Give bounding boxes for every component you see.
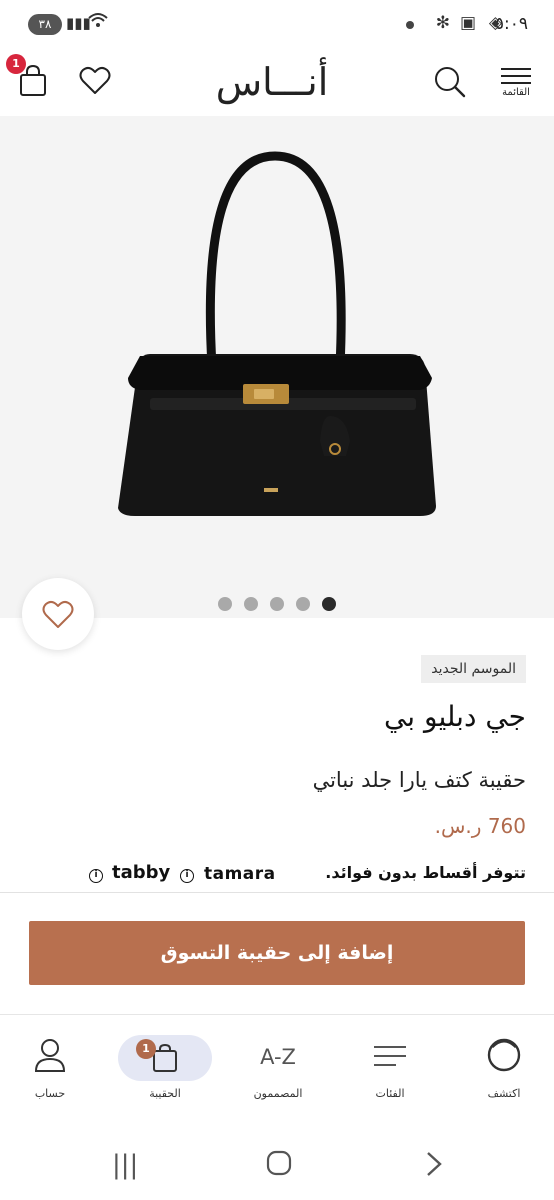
recent-apps-icon[interactable]: ||| [112, 1150, 138, 1180]
cart-button[interactable]: 1 [6, 54, 50, 98]
app-header: القائمة أنـــاس 1 [0, 50, 554, 116]
status-bar: ٥:٠٩ ✻ ▣ ◈ ٣٨ ▮▮▮ [0, 0, 554, 50]
settings-flower-icon: ✻ [435, 13, 450, 33]
discover-circle-icon [487, 1038, 521, 1072]
user-icon [34, 1039, 66, 1072]
bag-count-badge: 1 [136, 1039, 156, 1059]
nav-categories[interactable]: الفئات [348, 1035, 432, 1115]
back-icon[interactable] [424, 1150, 444, 1185]
divider [0, 892, 554, 893]
gallery-dot[interactable] [244, 597, 258, 611]
screenshot-icon: ▣ [459, 13, 476, 33]
bottom-navigation: اكتشف الفئات A-Z المصممون 1 الحقيبة حساب [0, 1014, 554, 1114]
product-name: حقيبة كتف يارا جلد نباتي [312, 768, 526, 792]
product-image-gallery[interactable] [0, 116, 554, 618]
nav-categories-label: الفئات [375, 1087, 405, 1100]
wifi-icon [88, 12, 108, 35]
menu-button[interactable]: القائمة [496, 64, 536, 108]
nav-designers[interactable]: A-Z المصممون [236, 1035, 320, 1115]
home-icon[interactable] [266, 1150, 292, 1183]
notification-dot [406, 21, 414, 29]
tabby-logo[interactable]: tabby [112, 862, 170, 883]
nav-designers-label: المصممون [253, 1087, 303, 1100]
search-button[interactable] [432, 64, 468, 100]
add-to-bag-button[interactable]: إضافة إلى حقيبة التسوق [29, 921, 525, 985]
gallery-dot-active[interactable] [322, 597, 336, 611]
nav-bag-label: الحقيبة [149, 1087, 181, 1100]
hamburger-icon [501, 68, 531, 84]
nav-account[interactable]: حساب [8, 1035, 92, 1115]
tamara-info-icon[interactable]: i [180, 869, 194, 883]
battery-indicator: ٣٨ [28, 14, 62, 35]
nav-bag[interactable]: 1 الحقيبة [106, 1035, 224, 1115]
menu-label: القائمة [502, 87, 530, 98]
heart-icon [42, 600, 74, 628]
search-icon [435, 67, 466, 98]
product-brand[interactable]: جي دبليو بي [384, 700, 526, 733]
nav-discover[interactable]: اكتشف [462, 1035, 546, 1115]
add-to-wishlist-button[interactable] [22, 578, 94, 650]
nav-discover-label: اكتشف [487, 1087, 521, 1100]
product-price: 760 ر.س. [434, 814, 526, 838]
gallery-dot[interactable] [296, 597, 310, 611]
installments-note: تتوفر أقساط بدون فوائد. [325, 862, 526, 888]
tamara-logo[interactable]: tamara [204, 864, 276, 884]
gallery-pagination [218, 596, 348, 611]
gallery-dot[interactable] [218, 597, 232, 611]
system-navigation: ||| [0, 1130, 554, 1200]
a-z-icon: A-Z [260, 1045, 296, 1069]
new-season-tag: الموسم الجديد [421, 655, 526, 683]
brand-logo[interactable]: أنـــاس [207, 58, 337, 106]
heart-icon [79, 66, 111, 94]
gallery-dot[interactable] [270, 597, 284, 611]
tabby-info-icon[interactable]: i [89, 869, 103, 883]
categories-lines-icon [374, 1046, 406, 1066]
nav-account-label: حساب [34, 1087, 66, 1100]
wishlist-button[interactable] [78, 64, 112, 98]
installments-text: تتوفر أقساط بدون فوائد. [325, 863, 526, 882]
app-notification-icon: ◈ [488, 13, 502, 33]
product-image [118, 151, 436, 516]
cart-count-badge: 1 [6, 54, 26, 74]
